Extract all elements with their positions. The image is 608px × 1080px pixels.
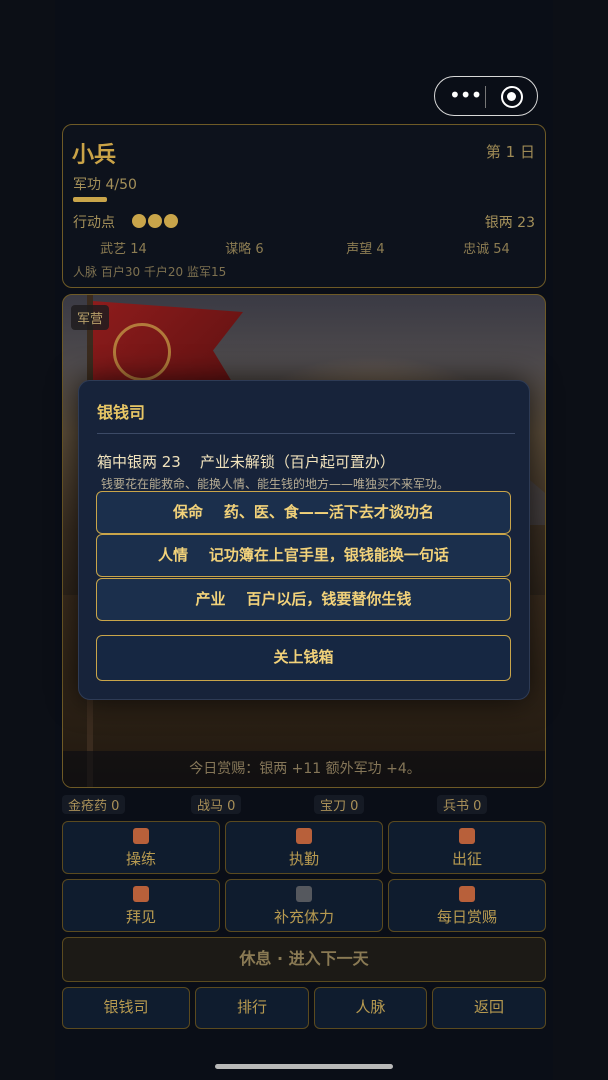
merit-progress-bar bbox=[73, 197, 107, 202]
estate-option-button[interactable]: 产业 百户以后，钱要替你生钱 bbox=[96, 578, 511, 621]
modal-divider bbox=[97, 433, 515, 434]
stamina-button[interactable]: 补充体力 bbox=[225, 879, 383, 932]
duty-button[interactable]: 执勤 bbox=[225, 821, 383, 874]
rest-next-day-button[interactable]: 休息 · 进入下一天 bbox=[62, 937, 546, 982]
inventory-salve: 金疮药 0 bbox=[62, 795, 126, 814]
daily-reward-button[interactable]: 每日赏赐 bbox=[388, 879, 546, 932]
stat-prestige: 声望 4 bbox=[346, 242, 385, 257]
inventory-bar: 金疮药 0 战马 0 宝刀 0 兵书 0 bbox=[62, 795, 546, 815]
inventory-item: 金疮药 0 bbox=[62, 795, 183, 815]
stat-loyalty: 忠诚 54 bbox=[463, 242, 510, 257]
training-icon bbox=[133, 828, 149, 844]
more-dots-icon[interactable]: ••• bbox=[449, 85, 482, 106]
nav-ranking-button[interactable]: 排行 bbox=[195, 987, 309, 1029]
action-points-dots bbox=[132, 213, 180, 228]
inventory-item: 兵书 0 bbox=[425, 795, 546, 815]
inventory-sword: 宝刀 0 bbox=[314, 795, 365, 814]
treasury-tip: 钱要花在能救命、能换人情、能生钱的地方——唯独买不来军功。 bbox=[101, 477, 450, 491]
mini-program-capsule: ••• bbox=[434, 76, 538, 116]
daily-reward-text: 今日赏赐：银两 +11 额外军功 +4。 bbox=[63, 751, 545, 787]
stat-martial: 武艺 14 bbox=[100, 242, 147, 257]
bottom-nav: 银钱司 排行 人脉 返回 bbox=[62, 987, 546, 1029]
survival-option-button[interactable]: 保命 药、医、食——活下去才谈功名 bbox=[96, 491, 511, 534]
nav-treasury-button[interactable]: 银钱司 bbox=[62, 987, 190, 1029]
status-card: 小兵 第 1 日 军功 4/50 行动点 银两 23 武艺 14 谋略 6 声望… bbox=[62, 124, 546, 288]
attribute-stats: 武艺 14 谋略 6 声望 4 忠诚 54 bbox=[63, 238, 547, 257]
close-chest-button[interactable]: 关上钱箱 bbox=[96, 635, 511, 681]
close-target-icon[interactable] bbox=[501, 86, 523, 108]
action-point-dot bbox=[132, 214, 146, 228]
favor-option-button[interactable]: 人情 记功簿在上官手里，银钱能换一句话 bbox=[96, 534, 511, 577]
daily-reward-icon bbox=[459, 886, 475, 902]
inventory-horse: 战马 0 bbox=[191, 795, 242, 814]
action-point-dot bbox=[164, 214, 178, 228]
left-backdrop bbox=[0, 0, 55, 1080]
network-summary: 人脉 百户30 千户20 监军15 bbox=[73, 265, 227, 279]
visit-icon bbox=[133, 886, 149, 902]
treasury-status: 箱中银两 23 产业未解锁（百户起可置办） bbox=[97, 453, 395, 471]
day-counter: 第 1 日 bbox=[485, 143, 535, 161]
action-point-dot bbox=[148, 214, 162, 228]
button-label: 每日赏赐 bbox=[436, 908, 497, 926]
visit-button[interactable]: 拜见 bbox=[62, 879, 220, 932]
train-button[interactable]: 操练 bbox=[62, 821, 220, 874]
button-label: 出征 bbox=[451, 850, 482, 868]
phone-frame: ••• 小兵 第 1 日 军功 4/50 行动点 银两 23 武艺 14 谋略 … bbox=[0, 0, 608, 1080]
duty-icon bbox=[296, 828, 312, 844]
right-backdrop bbox=[553, 0, 608, 1080]
inventory-item: 宝刀 0 bbox=[304, 795, 425, 815]
silver-count: 银两 23 bbox=[484, 215, 535, 231]
rank-title: 小兵 bbox=[72, 143, 117, 168]
modal-title: 银钱司 bbox=[97, 403, 146, 422]
stamina-icon bbox=[296, 886, 312, 902]
button-label: 拜见 bbox=[125, 908, 156, 926]
dragon-emblem-icon bbox=[113, 323, 171, 381]
campaign-button[interactable]: 出征 bbox=[388, 821, 546, 874]
button-label: 执勤 bbox=[288, 850, 319, 868]
inventory-manual: 兵书 0 bbox=[437, 795, 488, 814]
scene-tag: 军营 bbox=[71, 305, 110, 330]
button-label: 操练 bbox=[125, 850, 156, 868]
button-label: 补充体力 bbox=[273, 908, 334, 926]
action-points-label: 行动点 bbox=[73, 215, 115, 231]
inventory-item: 战马 0 bbox=[183, 795, 304, 815]
capsule-divider bbox=[485, 86, 486, 108]
nav-back-button[interactable]: 返回 bbox=[432, 987, 546, 1029]
campaign-icon bbox=[459, 828, 475, 844]
merit-text: 军功 4/50 bbox=[73, 177, 137, 193]
stat-strategy: 谋略 6 bbox=[225, 242, 264, 257]
nav-network-button[interactable]: 人脉 bbox=[314, 987, 427, 1029]
treasury-modal: 银钱司 箱中银两 23 产业未解锁（百户起可置办） 钱要花在能救命、能换人情、能… bbox=[78, 380, 530, 700]
home-indicator[interactable] bbox=[215, 1064, 393, 1069]
